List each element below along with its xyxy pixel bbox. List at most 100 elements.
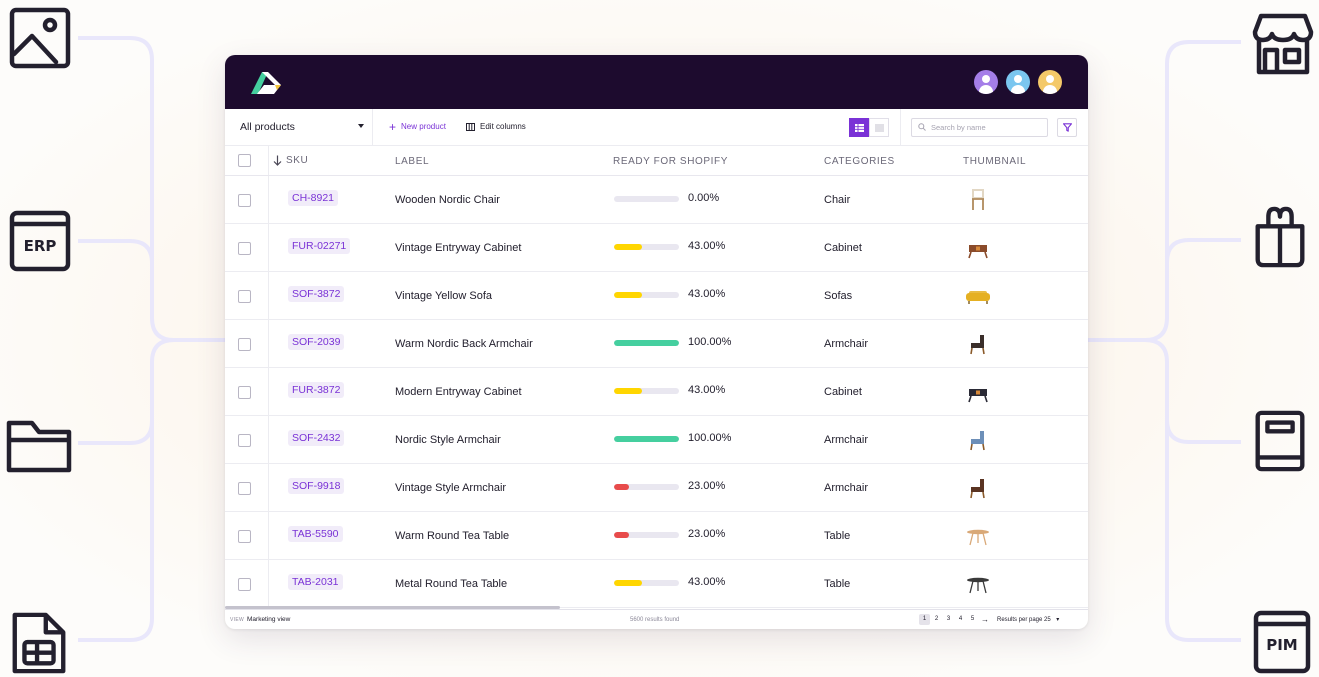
column-header-sku[interactable]: SKU	[273, 155, 308, 166]
sku-badge[interactable]: TAB-5590	[288, 526, 343, 542]
erp-icon: ERP	[8, 209, 72, 273]
row-checkbox[interactable]	[238, 578, 251, 591]
completeness-percent: 0.00%	[688, 192, 720, 204]
folder-icon	[6, 415, 72, 479]
sku-badge[interactable]: SOF-3872	[288, 286, 345, 302]
logo-icon[interactable]	[249, 68, 283, 96]
row-checkbox[interactable]	[238, 338, 251, 351]
caret-down-icon[interactable]	[358, 124, 364, 128]
column-header-thumbnail[interactable]: THUMBNAIL	[963, 156, 1026, 167]
product-label: Vintage Yellow Sofa	[395, 290, 493, 302]
view-selector[interactable]: Marketing view	[247, 616, 290, 623]
list-view-button[interactable]	[849, 118, 869, 137]
completeness-fill	[614, 244, 642, 250]
completeness-bar	[614, 196, 679, 202]
catalog-book-icon	[1253, 409, 1307, 473]
edit-columns-label: Edit columns	[480, 122, 526, 131]
divider	[372, 109, 373, 146]
sku-badge[interactable]: TAB-2031	[288, 574, 343, 590]
tea-table-icon[interactable]	[963, 572, 993, 596]
sku-badge[interactable]: SOF-2432	[288, 430, 345, 446]
avatar[interactable]	[1006, 70, 1030, 94]
completeness-percent: 23.00%	[688, 528, 726, 540]
sort-descending-icon[interactable]	[273, 155, 282, 166]
product-category: Armchair	[824, 482, 869, 494]
table-row[interactable]: SOF-2039 Warm Nordic Back Armchair 100.0…	[225, 320, 1088, 368]
avatar[interactable]	[974, 70, 998, 94]
completeness-percent: 100.00%	[688, 432, 732, 444]
table-row[interactable]: FUR-3872 Modern Entryway Cabinet 43.00% …	[225, 368, 1088, 416]
page-button[interactable]: 1	[919, 614, 930, 625]
completeness-fill	[614, 292, 642, 298]
page-button[interactable]: 3	[943, 614, 954, 625]
completeness-fill	[614, 532, 629, 538]
filter-button[interactable]	[1057, 118, 1077, 137]
product-set-select[interactable]: All products	[240, 121, 295, 133]
page-button[interactable]: 4	[955, 614, 966, 625]
sku-badge[interactable]: CH-8921	[288, 190, 339, 206]
completeness-percent: 100.00%	[688, 336, 732, 348]
row-select-column	[225, 512, 269, 559]
image-icon	[8, 6, 72, 70]
white-chair-icon[interactable]	[963, 188, 993, 212]
storefront-icon	[1251, 12, 1315, 76]
row-select-column	[225, 560, 269, 607]
list-view-icon	[854, 123, 864, 132]
cabinet-icon[interactable]	[963, 236, 993, 260]
row-checkbox[interactable]	[238, 242, 251, 255]
table-row[interactable]: CH-8921 Wooden Nordic Chair 0.00% Chair	[225, 176, 1088, 224]
armchair-icon[interactable]	[963, 428, 993, 452]
table-row[interactable]: TAB-2031 Metal Round Tea Table 43.00% Ta…	[225, 560, 1088, 608]
row-checkbox[interactable]	[238, 386, 251, 399]
product-label: Vintage Style Armchair	[395, 482, 507, 494]
sku-badge[interactable]: SOF-9918	[288, 478, 345, 494]
table-row[interactable]: TAB-5590 Warm Round Tea Table 23.00% Tab…	[225, 512, 1088, 560]
tea-table-icon[interactable]	[963, 524, 993, 548]
select-all-checkbox[interactable]	[238, 154, 251, 167]
pim-icon: PIM	[1253, 610, 1311, 674]
armchair-icon[interactable]	[963, 476, 993, 500]
page-button[interactable]: 5	[967, 614, 978, 625]
row-checkbox[interactable]	[238, 290, 251, 303]
row-checkbox[interactable]	[238, 194, 251, 207]
avatar[interactable]	[1038, 70, 1062, 94]
app-window: All products + New product Edit columns …	[225, 55, 1088, 629]
armchair-icon[interactable]	[963, 332, 993, 356]
search-input[interactable]: Search by name	[911, 118, 1048, 137]
columns-icon	[466, 122, 475, 131]
column-header-sku-label: SKU	[286, 155, 309, 166]
results-per-page-select[interactable]: Results per page 25	[997, 617, 1051, 623]
row-checkbox[interactable]	[238, 530, 251, 543]
grid-view-icon	[874, 124, 884, 131]
sofa-icon[interactable]	[963, 284, 993, 308]
table-row[interactable]: SOF-2432 Nordic Style Armchair 100.00% A…	[225, 416, 1088, 464]
table-row[interactable]: FUR-02271 Vintage Entryway Cabinet 43.00…	[225, 224, 1088, 272]
row-select-column	[225, 464, 269, 511]
cabinet-icon[interactable]	[963, 380, 993, 404]
edit-columns-button[interactable]: Edit columns	[466, 122, 526, 131]
sku-badge[interactable]: SOF-2039	[288, 334, 345, 350]
sku-badge[interactable]: FUR-3872	[288, 382, 345, 398]
table-row[interactable]: SOF-3872 Vintage Yellow Sofa 43.00% Sofa…	[225, 272, 1088, 320]
row-checkbox[interactable]	[238, 482, 251, 495]
completeness-bar	[614, 244, 679, 250]
sku-badge[interactable]: FUR-02271	[288, 238, 351, 254]
row-select-column	[225, 224, 269, 271]
new-product-button[interactable]: + New product	[389, 121, 446, 133]
row-select-column	[225, 176, 269, 223]
grid-view-button[interactable]	[869, 118, 889, 137]
page-button[interactable]: 2	[931, 614, 942, 625]
row-checkbox[interactable]	[238, 434, 251, 447]
filter-icon	[1062, 123, 1072, 132]
table-row[interactable]: SOF-9918 Vintage Style Armchair 23.00% A…	[225, 464, 1088, 512]
product-category: Chair	[824, 194, 851, 206]
product-grid: SKU LABEL READY FOR SHOPIFY CATEGORIES T…	[225, 146, 1088, 608]
column-header-categories[interactable]: CATEGORIES	[824, 156, 895, 167]
toolbar: All products + New product Edit columns …	[225, 109, 1088, 146]
caret-down-icon[interactable]: ▾	[1052, 616, 1064, 623]
completeness-bar	[614, 340, 679, 346]
column-header-ready-for-shopify[interactable]: READY FOR SHOPIFY	[613, 156, 728, 167]
column-header-label[interactable]: LABEL	[395, 156, 429, 167]
product-label: Metal Round Tea Table	[395, 578, 508, 590]
next-page-icon[interactable]: →	[979, 615, 991, 624]
